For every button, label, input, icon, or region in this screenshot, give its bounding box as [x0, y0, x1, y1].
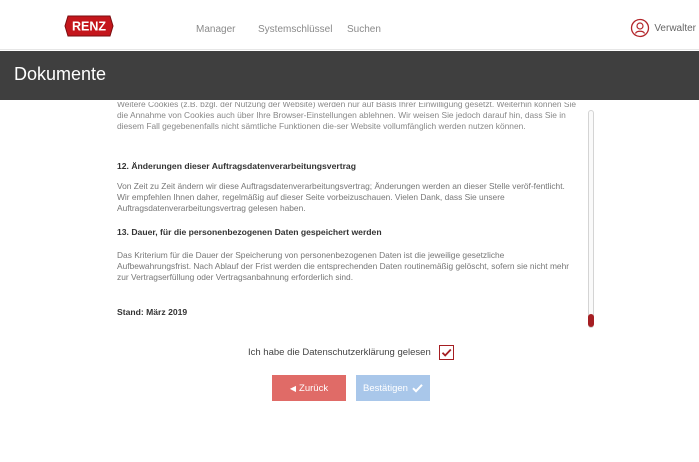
back-button[interactable]: ◀ Zurück — [272, 375, 346, 401]
logo-text: RENZ — [72, 20, 106, 34]
consent-row: Ich habe die Datenschutzerklärung gelese… — [248, 345, 454, 360]
section-paragraph-12: Von Zeit zu Zeit ändern wir diese Auftra… — [117, 181, 565, 213]
scrollbar-thumb[interactable] — [588, 314, 594, 327]
confirm-button[interactable]: Bestätigen — [356, 375, 430, 401]
checkmark-icon — [441, 348, 452, 357]
document-scroll-area[interactable]: Weitere Cookies (z.B. bzgl. der Nutzung … — [117, 102, 579, 326]
caret-left-icon: ◀ — [289, 383, 297, 393]
nav-systemschluessel[interactable]: Systemschlüssel — [258, 24, 332, 35]
nav-suchen[interactable]: Suchen — [347, 24, 381, 35]
user-label: Verwalter — [654, 22, 696, 34]
consent-label: Ich habe die Datenschutzerklärung gelese… — [248, 347, 431, 358]
renz-logo[interactable]: RENZ — [64, 15, 114, 37]
section-heading-12: 12. Änderungen dieser Auftragsdatenverar… — [117, 161, 356, 171]
page-header: Dokumente — [0, 51, 699, 100]
section-heading-13: 13. Dauer, für die personenbezogenen Dat… — [117, 227, 382, 237]
user-circle-icon — [630, 18, 650, 38]
page-title: Dokumente — [14, 64, 107, 84]
back-button-label: Zurück — [299, 382, 329, 394]
checkmark-icon — [412, 383, 423, 393]
document-date: Stand: März 2019 — [117, 307, 188, 317]
section-paragraph-13: Das Kriterium für die Dauer der Speicher… — [117, 250, 570, 282]
consent-checkbox[interactable] — [439, 345, 454, 360]
confirm-button-label: Bestätigen — [363, 382, 408, 394]
user-menu[interactable]: Verwalter — [630, 18, 696, 38]
document-paragraph: Weitere Cookies (z.B. bzgl. der Nutzung … — [117, 102, 576, 131]
nav-manager[interactable]: Manager — [196, 24, 235, 35]
scrollbar-track[interactable] — [588, 110, 594, 328]
top-navigation-bar: RENZ Manager Systemschlüssel Suchen Verw… — [0, 0, 699, 50]
